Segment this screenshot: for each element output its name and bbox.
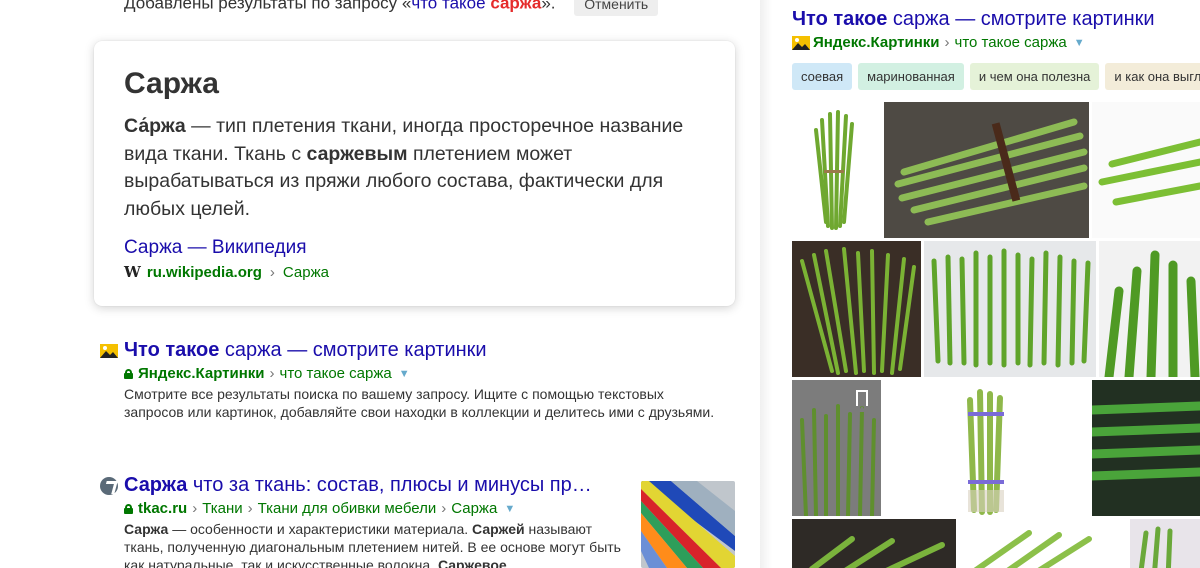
fabric-image — [641, 481, 735, 568]
result-snippet: Смотрите все результаты поиска по вашему… — [124, 386, 715, 420]
image-thumbnail[interactable] — [884, 102, 1089, 238]
fact-title: Саржа — [124, 67, 219, 100]
asparagus-image — [967, 389, 1004, 515]
breadcrumb-separator: › — [192, 500, 198, 517]
result-url: Яндекс.Картинки › что такое саржа ▼ — [124, 365, 724, 382]
tag-kak-vyglyadit[interactable]: и как она выглядит — [1105, 63, 1200, 90]
asparagus-image — [800, 247, 916, 375]
image-thumbnail[interactable] — [792, 102, 881, 238]
lock-icon — [124, 368, 133, 379]
chevron-down-icon[interactable]: ▼ — [1074, 37, 1085, 49]
fact-text-bold-2: саржевым — [306, 142, 408, 165]
asparagus-image — [931, 248, 1091, 368]
image-thumbnail[interactable] — [1092, 380, 1200, 516]
result-url: tkac.ru › Ткани › Ткани для обивки мебел… — [124, 500, 629, 517]
images-panel-site-link[interactable]: Яндекс.Картинки — [813, 34, 940, 51]
fact-source: W ru.wikipedia.org › Саржа — [124, 263, 705, 281]
image-gallery-icon — [100, 343, 118, 358]
cancel-button[interactable]: Отменить — [574, 0, 659, 16]
result-title-link[interactable]: Что такое саржа — смотрите картинки — [100, 339, 724, 362]
result-title-bold: Что такое — [124, 339, 220, 361]
breadcrumb-separator: › — [269, 263, 275, 281]
asparagus-image — [809, 536, 945, 568]
fact-text-bold-1: Са́ржа — [124, 115, 186, 137]
result-crumb-link[interactable]: Ткани — [202, 500, 242, 517]
images-panel-crumb-link[interactable]: что такое саржа — [955, 34, 1067, 51]
query-plain: что такое — [411, 0, 491, 13]
search-result-images: Что такое саржа — смотрите картинки Янде… — [100, 339, 724, 421]
tag-chem-polezna[interactable]: и чем она полезна — [969, 63, 1100, 90]
result-crumb-link[interactable]: что такое саржа — [280, 365, 392, 382]
image-thumbnail[interactable] — [959, 519, 1127, 568]
breadcrumb-separator: › — [269, 365, 275, 382]
image-grid — [792, 102, 1200, 568]
notice-query-link[interactable]: что такое саржа — [411, 0, 541, 12]
chevron-down-icon[interactable]: ▼ — [399, 368, 410, 380]
asparagus-image — [884, 102, 1089, 238]
fact-text: Са́ржа — тип плетения ткани, иногда прос… — [124, 113, 705, 223]
asparagus-image — [1138, 526, 1173, 568]
asparagus-image — [1104, 250, 1200, 377]
result-site-link[interactable]: tkac.ru — [138, 500, 187, 517]
image-thumbnail[interactable] — [792, 380, 881, 516]
breadcrumb-separator: › — [247, 500, 253, 517]
result-thumbnail[interactable] — [641, 481, 735, 568]
notice-suffix: ». — [541, 0, 556, 13]
asparagus-image — [814, 110, 854, 230]
image-thumbnail[interactable] — [792, 519, 956, 568]
image-thumbnail[interactable] — [1099, 241, 1200, 377]
search-result-tkac: Саржа что за ткань: состав, плюсы и мину… — [100, 474, 629, 568]
panel-divider — [760, 0, 772, 568]
tkac-site-icon — [100, 476, 118, 495]
bookmark-icon[interactable] — [856, 390, 868, 412]
images-panel-url: Яндекс.Картинки › что такое саржа ▼ — [792, 34, 1085, 51]
query-bold: саржа — [490, 0, 542, 13]
wikipedia-icon: W — [124, 263, 141, 281]
image-thumbnail[interactable] — [1092, 102, 1200, 238]
result-snippet: Саржа — особенности и характеристики мат… — [124, 521, 621, 568]
breadcrumb-separator: › — [441, 500, 447, 517]
result-title-rest: что за ткань: состав, плюсы и минусы пр… — [187, 474, 592, 496]
result-title-bold: Саржа — [124, 474, 188, 496]
images-panel-title-link[interactable]: Что такое саржа — смотрите картинки — [792, 8, 1155, 31]
image-thumbnail[interactable] — [792, 241, 921, 377]
notice-prefix: Добавлены результаты по запросу « — [124, 0, 412, 13]
fact-card: Саржа Са́ржа — тип плетения ткани, иногд… — [94, 41, 735, 306]
chevron-down-icon[interactable]: ▼ — [504, 503, 515, 515]
result-site-link[interactable]: Яндекс.Картинки — [138, 365, 265, 382]
asparagus-image — [1092, 401, 1200, 481]
result-crumb-link[interactable]: Ткани для обивки мебели — [258, 500, 437, 517]
tag-marinovannaya[interactable]: маринованная — [858, 63, 964, 90]
added-results-notice: Добавлены результаты по запросу «что так… — [124, 0, 659, 16]
image-thumbnail[interactable] — [924, 241, 1096, 377]
result-title-rest: саржа — смотрите картинки — [219, 339, 487, 361]
source-domain[interactable]: ru.wikipedia.org — [147, 264, 262, 281]
related-tags: соевая маринованная и чем она полезна и … — [792, 63, 1200, 90]
lock-icon — [124, 503, 133, 514]
result-title-link[interactable]: Саржа что за ткань: состав, плюсы и мину… — [100, 474, 629, 497]
source-crumb[interactable]: Саржа — [283, 264, 329, 281]
tag-soevaya[interactable]: соевая — [792, 63, 853, 90]
image-thumbnail[interactable] — [884, 380, 1089, 516]
wikipedia-link[interactable]: Саржа — Википедия — [124, 237, 705, 259]
result-crumb-link[interactable]: Саржа — [451, 500, 497, 517]
image-thumbnail[interactable] — [1130, 519, 1200, 568]
image-gallery-icon — [792, 35, 810, 50]
asparagus-image — [973, 530, 1092, 568]
breadcrumb-separator: › — [944, 34, 950, 51]
asparagus-image — [1098, 138, 1200, 206]
